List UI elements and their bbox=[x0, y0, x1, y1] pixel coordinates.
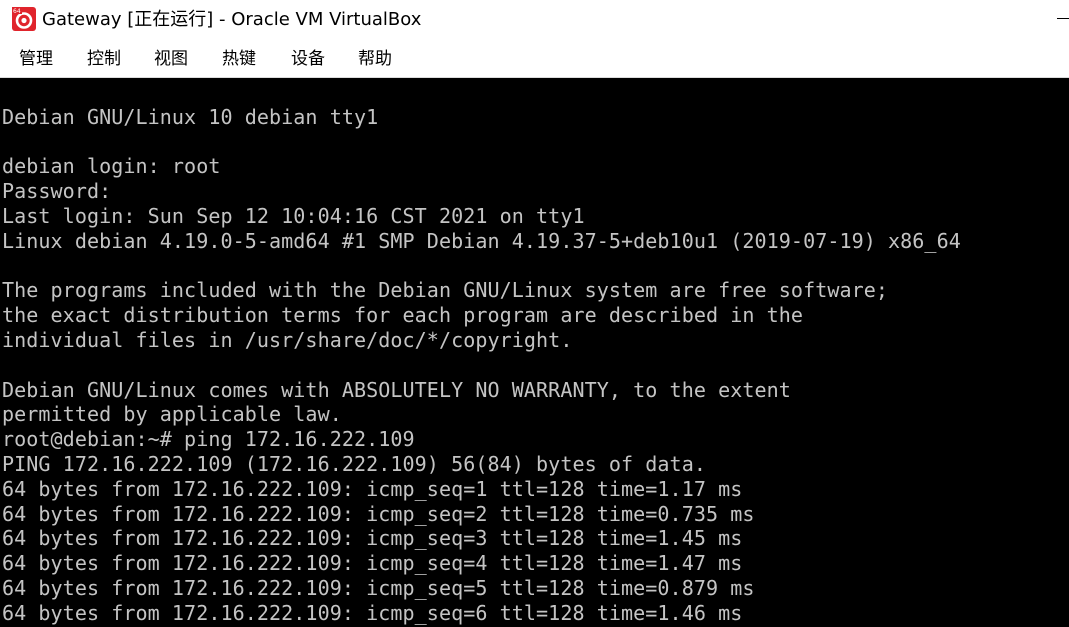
menu-bar: 管理 控制 视图 热键 设备 帮助 bbox=[0, 40, 1069, 78]
console-line: the exact distribution terms for each pr… bbox=[2, 303, 804, 328]
title-bar[interactable]: 64 Gateway [正在运行] - Oracle VM VirtualBox bbox=[0, 0, 1069, 40]
minimize-button[interactable] bbox=[1055, 0, 1069, 40]
console-line: root@debian:~# ping 172.16.222.109 bbox=[2, 427, 415, 452]
console-line: Last login: Sun Sep 12 10:04:16 CST 2021… bbox=[2, 204, 585, 228]
console-line: 64 bytes from 172.16.222.109: icmp_seq=3… bbox=[2, 526, 743, 551]
vm-console[interactable]: Debian GNU/Linux 10 debian tty1 debian l… bbox=[0, 78, 1069, 627]
window-title: Gateway [正在运行] - Oracle VM VirtualBox bbox=[42, 9, 422, 30]
menu-control[interactable]: 控制 bbox=[85, 46, 123, 72]
console-line: individual files in /usr/share/doc/*/cop… bbox=[2, 328, 573, 352]
console-line: permitted by applicable law. bbox=[2, 402, 342, 427]
console-line: PING 172.16.222.109 (172.16.222.109) 56(… bbox=[2, 452, 706, 476]
menu-view[interactable]: 视图 bbox=[152, 46, 190, 72]
virtualbox-window: 64 Gateway [正在运行] - Oracle VM VirtualBox… bbox=[0, 0, 1069, 627]
menu-input[interactable]: 热键 bbox=[220, 46, 258, 72]
console-line: 64 bytes from 172.16.222.109: icmp_seq=5… bbox=[2, 576, 755, 600]
console-line: Debian GNU/Linux 10 debian tty1 bbox=[2, 104, 379, 129]
console-line: 64 bytes from 172.16.222.109: icmp_seq=4… bbox=[2, 551, 743, 576]
console-line: 64 bytes from 172.16.222.109: icmp_seq=6… bbox=[2, 600, 743, 625]
minimize-icon bbox=[1057, 18, 1069, 19]
menu-devices[interactable]: 设备 bbox=[289, 46, 327, 72]
menu-help[interactable]: 帮助 bbox=[356, 46, 394, 72]
console-line: 64 bytes from 172.16.222.109: icmp_seq=2… bbox=[2, 501, 755, 526]
console-line: debian login: root bbox=[2, 154, 221, 179]
console-line: Linux debian 4.19.0-5-amd64 #1 SMP Debia… bbox=[2, 228, 961, 253]
console-line: Debian GNU/Linux comes with ABSOLUTELY N… bbox=[2, 377, 791, 402]
menu-machine[interactable]: 管理 bbox=[17, 46, 55, 72]
icon-badge-text: 64 bbox=[13, 8, 21, 15]
console-line: Password: bbox=[2, 179, 112, 204]
console-line: 64 bytes from 172.16.222.109: icmp_seq=1… bbox=[2, 476, 743, 501]
virtualbox-icon: 64 bbox=[12, 7, 36, 31]
console-line: The programs included with the Debian GN… bbox=[2, 278, 889, 303]
